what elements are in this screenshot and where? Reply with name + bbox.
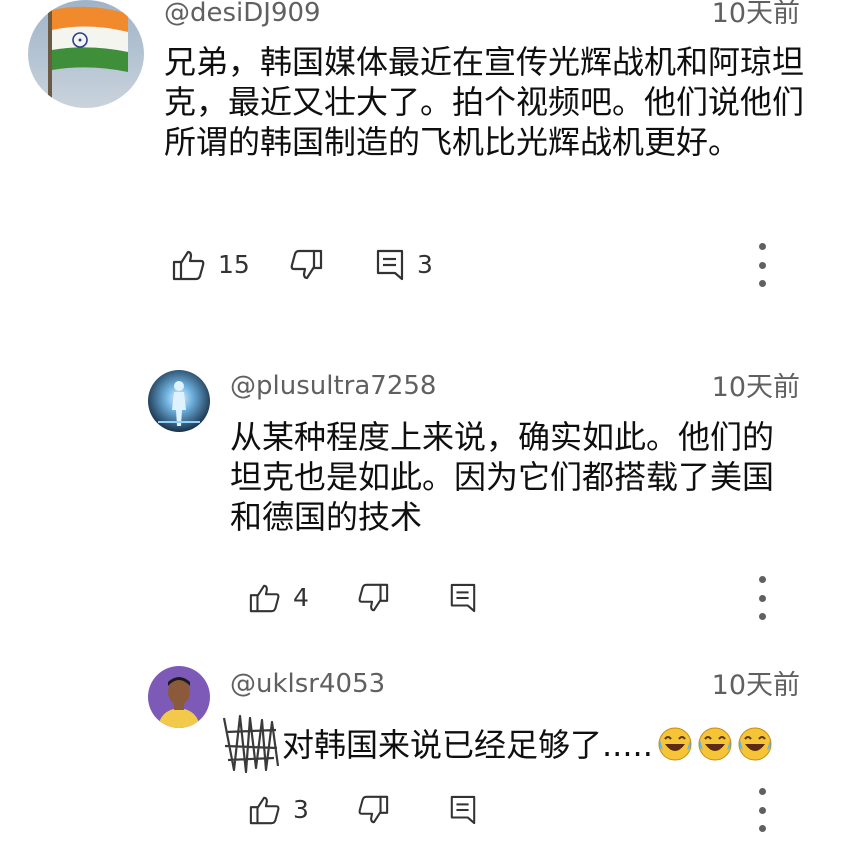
laughing-emoji-icon	[657, 726, 693, 771]
thumbs-up-icon	[249, 584, 280, 613]
glowing-figure-avatar-icon	[148, 370, 210, 432]
like-count: 15	[218, 250, 250, 279]
like-button[interactable]: 3	[249, 788, 309, 832]
comment-text-line: 对韩国来说已经足够了.....	[222, 712, 822, 774]
redacted-scribble	[222, 714, 280, 774]
thumbs-down-icon	[358, 583, 389, 612]
india-flag-avatar-icon	[28, 0, 144, 108]
comment-author-handle[interactable]: @desiDJ909	[164, 0, 321, 28]
like-count: 4	[293, 583, 309, 612]
reply-count: 3	[417, 250, 433, 279]
thumbs-down-icon	[290, 249, 323, 280]
comment-actions: 3	[249, 788, 789, 832]
more-options-button[interactable]	[752, 788, 772, 832]
thumbs-down-icon	[358, 795, 389, 824]
comment-timestamp: 10天前	[711, 670, 800, 701]
avatar-uklsr4053[interactable]	[148, 666, 210, 728]
comment-text: 对韩国来说已经足够了.....	[282, 726, 653, 764]
laughing-emoji-icon	[737, 726, 773, 771]
comment-1: @desiDJ909 10天前 兄弟，韩国媒体最近在宣传光辉战机和阿琼坦克，最近…	[0, 0, 858, 300]
thumbs-up-icon	[172, 250, 205, 281]
avatar-desiDJ909[interactable]	[28, 0, 144, 108]
comment-author-handle[interactable]: @plusultra7258	[230, 371, 436, 401]
more-options-button[interactable]	[752, 576, 772, 620]
reply-button[interactable]	[449, 576, 477, 620]
comment-text: 兄弟，韩国媒体最近在宣传光辉战机和阿琼坦克，最近又壮大了。拍个视频吧。他们说他们…	[164, 43, 805, 161]
comment-actions: 4	[249, 576, 789, 620]
laughing-emoji-icon	[697, 726, 733, 771]
comment-actions: 15 3	[172, 243, 792, 287]
reply-button[interactable]: 3	[375, 243, 433, 287]
more-options-button[interactable]	[752, 243, 772, 287]
comment-3: @uklsr4053 10天前 对韩国来说已经足够了..... 3	[0, 664, 858, 864]
dislike-button[interactable]	[357, 788, 389, 832]
comment-text: 从某种程度上来说，确实如此。他们的坦克也是如此。因为它们都搭载了美国和德国的技术	[230, 418, 775, 536]
reply-comment-icon	[450, 583, 476, 613]
comment-timestamp: 10天前	[711, 0, 800, 29]
person-avatar-icon	[148, 666, 210, 728]
thumbs-up-icon	[249, 796, 280, 825]
avatar-plusultra7258[interactable]	[148, 370, 210, 432]
like-count: 3	[293, 795, 309, 824]
like-button[interactable]: 4	[249, 576, 309, 620]
reply-comment-icon	[376, 249, 404, 281]
comment-2: @plusultra7258 10天前 从某种程度上来说，确实如此。他们的坦克也…	[0, 368, 858, 638]
comment-timestamp: 10天前	[711, 372, 800, 403]
like-button[interactable]: 15	[172, 243, 250, 287]
dislike-button[interactable]	[357, 576, 389, 620]
reply-comment-icon	[450, 795, 476, 825]
comment-author-handle[interactable]: @uklsr4053	[230, 669, 385, 699]
reply-button[interactable]	[449, 788, 477, 832]
dislike-button[interactable]	[289, 243, 323, 287]
